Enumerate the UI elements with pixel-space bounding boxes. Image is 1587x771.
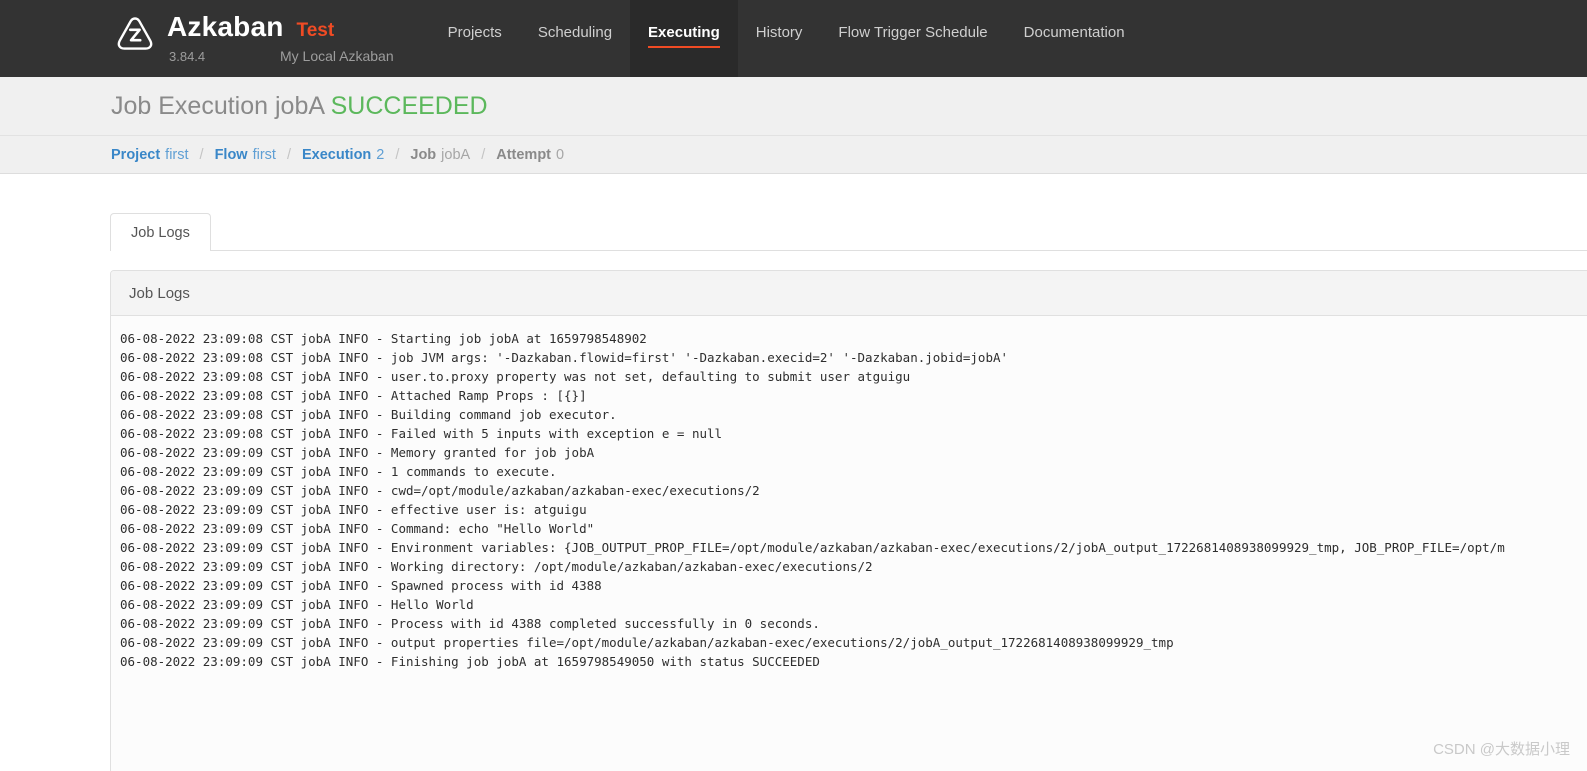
tab-job-logs[interactable]: Job Logs — [110, 213, 211, 251]
nav-link-executing[interactable]: Executing — [630, 0, 738, 77]
breadcrumb-item-attempt: Attempt 0 — [496, 147, 564, 163]
brand-subtitle: My Local Azkaban — [280, 48, 394, 64]
nav-link-history[interactable]: History — [738, 0, 821, 77]
log-line: 06-08-2022 23:09:09 CST jobA INFO - cwd=… — [120, 483, 760, 498]
log-line: 06-08-2022 23:09:08 CST jobA INFO - job … — [120, 350, 1009, 365]
breadcrumb: Project first / Flow first / Execution 2… — [0, 136, 1587, 174]
log-line: 06-08-2022 23:09:09 CST jobA INFO - Work… — [120, 559, 873, 574]
breadcrumb-key: Attempt — [496, 146, 552, 163]
top-navigation-bar: Azkaban Test 3.84.4 My Local Azkaban Pro… — [0, 0, 1587, 77]
log-line: 06-08-2022 23:09:09 CST jobA INFO - Comm… — [120, 521, 595, 536]
breadcrumb-value: jobA — [441, 146, 471, 163]
log-line: 06-08-2022 23:09:09 CST jobA INFO - 1 co… — [120, 464, 557, 479]
nav-link-flow-trigger-schedule[interactable]: Flow Trigger Schedule — [820, 0, 1005, 77]
brand-block[interactable]: Azkaban Test 3.84.4 My Local Azkaban — [0, 0, 394, 77]
log-line: 06-08-2022 23:09:09 CST jobA INFO - outp… — [120, 635, 1174, 650]
breadcrumb-key[interactable]: Project — [111, 147, 160, 163]
log-line: 06-08-2022 23:09:09 CST jobA INFO - Proc… — [120, 616, 820, 631]
breadcrumb-separator: / — [481, 146, 486, 163]
nav-links: Projects Scheduling Executing History Fl… — [430, 0, 1143, 77]
log-line: 06-08-2022 23:09:08 CST jobA INFO - Atta… — [120, 388, 587, 403]
breadcrumb-item-flow[interactable]: Flow first — [215, 147, 276, 163]
breadcrumb-value[interactable]: first — [253, 147, 276, 163]
tab-bar: Job Logs — [110, 213, 1587, 251]
page-title: Job Execution jobA SUCCEEDED — [111, 92, 488, 121]
nav-link-scheduling[interactable]: Scheduling — [520, 0, 630, 77]
log-line: 06-08-2022 23:09:09 CST jobA INFO - effe… — [120, 502, 587, 517]
breadcrumb-separator: / — [395, 146, 400, 163]
panel-heading: Job Logs — [111, 271, 1587, 316]
nav-link-projects[interactable]: Projects — [430, 0, 520, 77]
status-badge: SUCCEEDED — [330, 91, 488, 120]
brand-label: Test — [296, 20, 335, 41]
log-line: 06-08-2022 23:09:09 CST jobA INFO - Hell… — [120, 597, 474, 612]
job-logs-panel: Job Logs 06-08-2022 23:09:08 CST jobA IN… — [110, 270, 1587, 771]
log-line: 06-08-2022 23:09:08 CST jobA INFO - Buil… — [120, 407, 617, 422]
breadcrumb-separator: / — [286, 146, 291, 163]
brand-name: Azkaban — [167, 11, 284, 42]
log-line: 06-08-2022 23:09:08 CST jobA INFO - Fail… — [120, 426, 723, 441]
azkaban-logo-icon — [117, 17, 153, 50]
log-line: 06-08-2022 23:09:09 CST jobA INFO - Fini… — [120, 654, 820, 669]
breadcrumb-key[interactable]: Execution — [302, 147, 371, 163]
breadcrumb-key: Job — [410, 146, 437, 163]
panel-heading-title: Job Logs — [129, 284, 190, 302]
page-title-text: Job Execution jobA — [111, 91, 324, 120]
breadcrumb-value[interactable]: first — [165, 147, 188, 163]
job-log-output[interactable]: 06-08-2022 23:09:08 CST jobA INFO - Star… — [111, 316, 1587, 771]
log-line: 06-08-2022 23:09:09 CST jobA INFO - Envi… — [120, 540, 1505, 555]
breadcrumb-item-job: Job jobA — [410, 147, 470, 163]
nav-link-documentation[interactable]: Documentation — [1006, 0, 1143, 77]
breadcrumb-item-execution[interactable]: Execution 2 — [302, 147, 384, 163]
breadcrumb-item-project[interactable]: Project first — [111, 147, 189, 163]
breadcrumb-key[interactable]: Flow — [215, 147, 248, 163]
breadcrumb-value[interactable]: 2 — [376, 147, 384, 163]
breadcrumb-value: 0 — [556, 146, 565, 163]
log-line: 06-08-2022 23:09:09 CST jobA INFO - Spaw… — [120, 578, 602, 593]
main-content: Job Logs Job Logs 06-08-2022 23:09:08 CS… — [0, 174, 1587, 771]
log-line: 06-08-2022 23:09:08 CST jobA INFO - user… — [120, 369, 911, 384]
breadcrumb-separator: / — [199, 146, 204, 163]
log-line: 06-08-2022 23:09:09 CST jobA INFO - Memo… — [120, 445, 595, 460]
page-title-band: Job Execution jobA SUCCEEDED — [0, 77, 1587, 136]
brand-version: 3.84.4 — [169, 49, 206, 64]
log-line: 06-08-2022 23:09:08 CST jobA INFO - Star… — [120, 331, 647, 346]
